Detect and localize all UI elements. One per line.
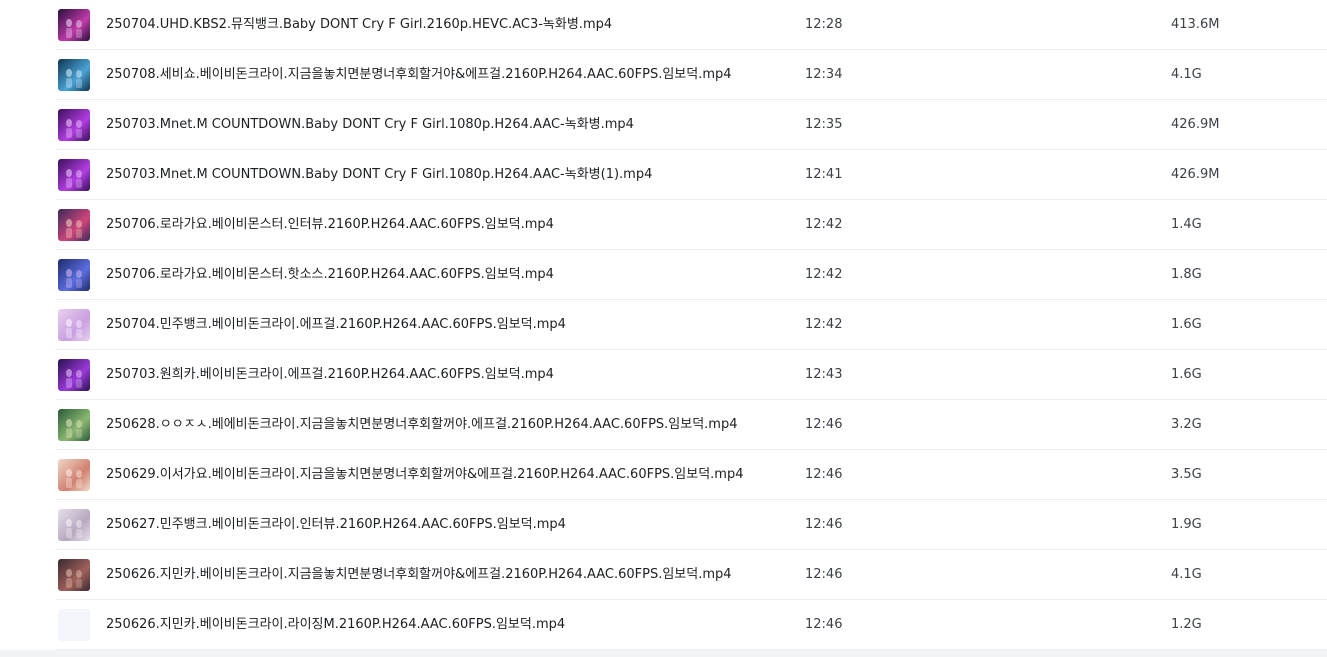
- file-row[interactable]: 250627.민주뱅크.베이비돈크라이.인터뷰.2160P.H264.AAC.6…: [0, 500, 1327, 550]
- file-name[interactable]: 250703.Mnet.M COUNTDOWN.Baby DONT Cry F …: [106, 100, 786, 150]
- file-row[interactable]: 250628.ㅇㅇㅈㅅ.베에비돈크라이.지금을놓치면분명너후회할꺼야.에프걸.2…: [0, 400, 1327, 450]
- file-modified-time: 12:35: [805, 117, 843, 132]
- file-size: 1.2G: [1171, 617, 1202, 632]
- file-name[interactable]: 250708.세비쇼.베이비돈크라이.지금을놓치면분명너후회할거야&에프걸.21…: [106, 50, 786, 100]
- file-row[interactable]: 250706.로라가요.베이비몬스터.인터뷰.2160P.H264.AAC.60…: [0, 200, 1327, 250]
- file-name[interactable]: 250703.Mnet.M COUNTDOWN.Baby DONT Cry F …: [106, 150, 786, 200]
- file-name[interactable]: 250626.지민카.베이비돈크라이.라이징M.2160P.H264.AAC.6…: [106, 600, 786, 650]
- file-row[interactable]: 250704.UHD.KBS2.뮤직뱅크.Baby DONT Cry F Gir…: [0, 0, 1327, 50]
- file-row[interactable]: 250708.세비쇼.베이비돈크라이.지금을놓치면분명너후회할거야&에프걸.21…: [0, 50, 1327, 100]
- file-name[interactable]: 250706.로라가요.베이비몬스터.인터뷰.2160P.H264.AAC.60…: [106, 200, 786, 250]
- video-thumbnail-icon: [58, 559, 90, 591]
- file-size: 1.4G: [1171, 217, 1202, 232]
- file-size: 3.5G: [1171, 467, 1202, 482]
- video-thumbnail-icon: [58, 109, 90, 141]
- file-size: 426.9M: [1171, 117, 1220, 132]
- file-modified-time: 12:46: [805, 467, 843, 482]
- file-row[interactable]: 250703.원희카.베이비돈크라이.에프걸.2160P.H264.AAC.60…: [0, 350, 1327, 400]
- file-size: 1.9G: [1171, 517, 1202, 532]
- file-modified-time: 12:41: [805, 167, 843, 182]
- file-name[interactable]: 250704.민주뱅크.베이비돈크라이.에프걸.2160P.H264.AAC.6…: [106, 300, 786, 350]
- file-size: 413.6M: [1171, 17, 1220, 32]
- file-list: 250704.UHD.KBS2.뮤직뱅크.Baby DONT Cry F Gir…: [0, 0, 1327, 650]
- bottom-scroll-area: [0, 650, 1327, 657]
- video-thumbnail-icon: [58, 209, 90, 241]
- file-row[interactable]: 250704.민주뱅크.베이비돈크라이.에프걸.2160P.H264.AAC.6…: [0, 300, 1327, 350]
- file-modified-time: 12:46: [805, 617, 843, 632]
- video-thumbnail-icon: [58, 459, 90, 491]
- file-row[interactable]: 250703.Mnet.M COUNTDOWN.Baby DONT Cry F …: [0, 100, 1327, 150]
- file-name[interactable]: 250629.이서가요.베이비돈크라이.지금을놓치면분명너후회할꺼야&에프걸.2…: [106, 450, 786, 500]
- file-name[interactable]: 250706.로라가요.베이비몬스터.핫소스.2160P.H264.AAC.60…: [106, 250, 786, 300]
- file-modified-time: 12:43: [805, 367, 843, 382]
- file-row[interactable]: 250626.지민카.베이비돈크라이.지금을놓치면분명너후회할꺼야&에프걸.21…: [0, 550, 1327, 600]
- file-name[interactable]: 250704.UHD.KBS2.뮤직뱅크.Baby DONT Cry F Gir…: [106, 0, 786, 50]
- file-name[interactable]: 250703.원희카.베이비돈크라이.에프걸.2160P.H264.AAC.60…: [106, 350, 786, 400]
- file-size: 426.9M: [1171, 167, 1220, 182]
- file-modified-time: 12:46: [805, 567, 843, 582]
- file-name[interactable]: 250626.지민카.베이비돈크라이.지금을놓치면분명너후회할꺼야&에프걸.21…: [106, 550, 786, 600]
- video-thumbnail-icon: [58, 59, 90, 91]
- video-thumbnail-icon: [58, 359, 90, 391]
- file-modified-time: 12:34: [805, 67, 843, 82]
- video-thumbnail-icon: [58, 409, 90, 441]
- file-row[interactable]: 250629.이서가요.베이비돈크라이.지금을놓치면분명너후회할꺼야&에프걸.2…: [0, 450, 1327, 500]
- video-thumbnail-icon: [58, 509, 90, 541]
- video-thumbnail-icon: [58, 159, 90, 191]
- file-size: 1.6G: [1171, 367, 1202, 382]
- file-modified-time: 12:46: [805, 417, 843, 432]
- file-row[interactable]: 250706.로라가요.베이비몬스터.핫소스.2160P.H264.AAC.60…: [0, 250, 1327, 300]
- file-modified-time: 12:42: [805, 267, 843, 282]
- file-row[interactable]: 250626.지민카.베이비돈크라이.라이징M.2160P.H264.AAC.6…: [0, 600, 1327, 650]
- file-size: 1.8G: [1171, 267, 1202, 282]
- video-thumbnail-placeholder-icon: [58, 609, 90, 641]
- file-size: 4.1G: [1171, 67, 1202, 82]
- file-size: 4.1G: [1171, 567, 1202, 582]
- file-row[interactable]: 250703.Mnet.M COUNTDOWN.Baby DONT Cry F …: [0, 150, 1327, 200]
- file-modified-time: 12:28: [805, 17, 843, 32]
- file-modified-time: 12:46: [805, 517, 843, 532]
- file-name[interactable]: 250627.민주뱅크.베이비돈크라이.인터뷰.2160P.H264.AAC.6…: [106, 500, 786, 550]
- file-name[interactable]: 250628.ㅇㅇㅈㅅ.베에비돈크라이.지금을놓치면분명너후회할꺼야.에프걸.2…: [106, 400, 786, 450]
- video-thumbnail-icon: [58, 9, 90, 41]
- video-thumbnail-icon: [58, 309, 90, 341]
- file-modified-time: 12:42: [805, 217, 843, 232]
- video-thumbnail-icon: [58, 259, 90, 291]
- file-size: 1.6G: [1171, 317, 1202, 332]
- file-size: 3.2G: [1171, 417, 1202, 432]
- file-modified-time: 12:42: [805, 317, 843, 332]
